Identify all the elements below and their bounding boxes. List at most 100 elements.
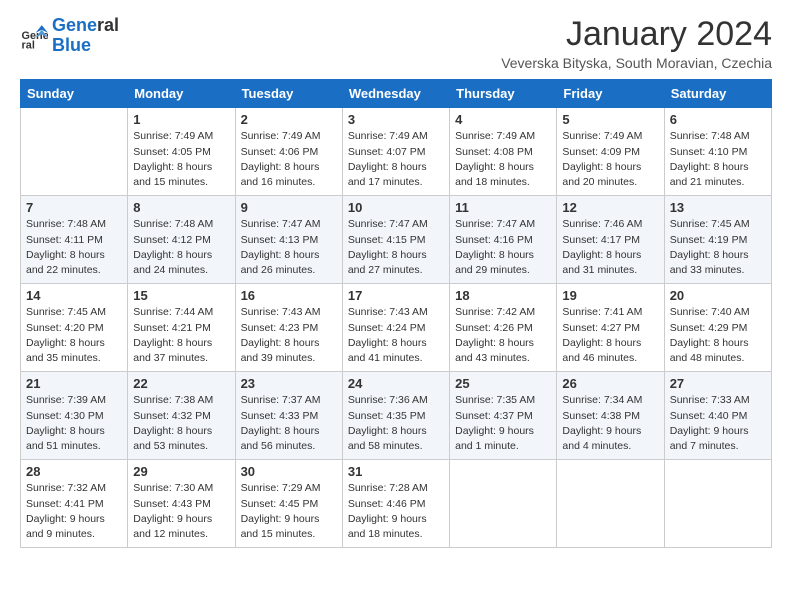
- calendar-cell: 3 Sunrise: 7:49 AMSunset: 4:07 PMDaylight…: [342, 108, 449, 196]
- calendar-week-1: 1 Sunrise: 7:49 AMSunset: 4:05 PMDaylight…: [21, 108, 772, 196]
- day-info: Sunrise: 7:32 AMSunset: 4:41 PMDaylight:…: [26, 481, 122, 542]
- weekday-header-saturday: Saturday: [664, 80, 771, 108]
- calendar-cell: 14 Sunrise: 7:45 AMSunset: 4:20 PMDayligh…: [21, 284, 128, 372]
- month-title: January 2024: [501, 16, 772, 53]
- day-info: Sunrise: 7:48 AMSunset: 4:12 PMDaylight:…: [133, 217, 229, 278]
- calendar-week-4: 21Sunrise: 7:39 AMSunset: 4:30 PMDayligh…: [21, 372, 772, 460]
- day-info: Sunrise: 7:37 AMSunset: 4:33 PMDaylight:…: [241, 393, 337, 454]
- calendar-cell: 12Sunrise: 7:46 AMSunset: 4:17 PMDayligh…: [557, 196, 664, 284]
- calendar-cell: 10 Sunrise: 7:47 AMSunset: 4:15 PMDayligh…: [342, 196, 449, 284]
- calendar-cell: 11 Sunrise: 7:47 AMSunset: 4:16 PMDayligh…: [450, 196, 557, 284]
- day-number: 29: [133, 464, 229, 479]
- day-info: Sunrise: 7:41 AMSunset: 4:27 PMDaylight:…: [562, 305, 658, 366]
- day-number: 3: [348, 112, 444, 127]
- day-info: Sunrise: 7:40 AMSunset: 4:29 PMDaylight:…: [670, 305, 766, 366]
- logo: Gene ral General Blue: [20, 16, 119, 56]
- day-number: 6: [670, 112, 766, 127]
- day-info: Sunrise: 7:30 AMSunset: 4:43 PMDaylight:…: [133, 481, 229, 542]
- day-info: Sunrise: 7:49 AMSunset: 4:07 PMDaylight:…: [348, 129, 444, 190]
- day-info: Sunrise: 7:28 AMSunset: 4:46 PMDaylight:…: [348, 481, 444, 542]
- day-info: Sunrise: 7:45 AMSunset: 4:19 PMDaylight:…: [670, 217, 766, 278]
- calendar-cell: 26 Sunrise: 7:34 AMSunset: 4:38 PMDayligh…: [557, 372, 664, 460]
- logo-icon: Gene ral: [20, 22, 48, 50]
- day-number: 5: [562, 112, 658, 127]
- page-header: Gene ral General Blue January 2024 Vever…: [20, 16, 772, 71]
- day-number: 18: [455, 288, 551, 303]
- calendar-week-2: 7Sunrise: 7:48 AMSunset: 4:11 PMDaylight…: [21, 196, 772, 284]
- day-number: 31: [348, 464, 444, 479]
- day-info: Sunrise: 7:36 AMSunset: 4:35 PMDaylight:…: [348, 393, 444, 454]
- day-number: 1: [133, 112, 229, 127]
- day-info: Sunrise: 7:47 AMSunset: 4:13 PMDaylight:…: [241, 217, 337, 278]
- calendar-cell: 27Sunrise: 7:33 AMSunset: 4:40 PMDayligh…: [664, 372, 771, 460]
- calendar-cell: 21Sunrise: 7:39 AMSunset: 4:30 PMDayligh…: [21, 372, 128, 460]
- day-info: Sunrise: 7:35 AMSunset: 4:37 PMDaylight:…: [455, 393, 551, 454]
- day-info: Sunrise: 7:48 AMSunset: 4:10 PMDaylight:…: [670, 129, 766, 190]
- day-number: 15: [133, 288, 229, 303]
- day-number: 24: [348, 376, 444, 391]
- calendar-cell: 16 Sunrise: 7:43 AMSunset: 4:23 PMDayligh…: [235, 284, 342, 372]
- day-info: Sunrise: 7:49 AMSunset: 4:05 PMDaylight:…: [133, 129, 229, 190]
- title-block: January 2024 Veverska Bityska, South Mor…: [501, 16, 772, 71]
- calendar-week-3: 14 Sunrise: 7:45 AMSunset: 4:20 PMDayligh…: [21, 284, 772, 372]
- calendar-cell: 9 Sunrise: 7:47 AMSunset: 4:13 PMDaylight…: [235, 196, 342, 284]
- day-number: 23: [241, 376, 337, 391]
- day-info: Sunrise: 7:29 AMSunset: 4:45 PMDaylight:…: [241, 481, 337, 542]
- day-number: 11: [455, 200, 551, 215]
- day-info: Sunrise: 7:34 AMSunset: 4:38 PMDaylight:…: [562, 393, 658, 454]
- day-info: Sunrise: 7:47 AMSunset: 4:15 PMDaylight:…: [348, 217, 444, 278]
- day-number: 2: [241, 112, 337, 127]
- svg-text:ral: ral: [22, 39, 35, 50]
- calendar-cell: 29 Sunrise: 7:30 AMSunset: 4:43 PMDayligh…: [128, 460, 235, 548]
- calendar-cell: 6 Sunrise: 7:48 AMSunset: 4:10 PMDaylight…: [664, 108, 771, 196]
- calendar-cell: [664, 460, 771, 548]
- day-number: 14: [26, 288, 122, 303]
- day-number: 9: [241, 200, 337, 215]
- day-number: 28: [26, 464, 122, 479]
- calendar-cell: 31 Sunrise: 7:28 AMSunset: 4:46 PMDayligh…: [342, 460, 449, 548]
- logo-line2: Blue: [52, 36, 119, 56]
- day-info: Sunrise: 7:39 AMSunset: 4:30 PMDaylight:…: [26, 393, 122, 454]
- calendar-cell: 24 Sunrise: 7:36 AMSunset: 4:35 PMDayligh…: [342, 372, 449, 460]
- day-number: 30: [241, 464, 337, 479]
- day-number: 22: [133, 376, 229, 391]
- day-info: Sunrise: 7:38 AMSunset: 4:32 PMDaylight:…: [133, 393, 229, 454]
- day-info: Sunrise: 7:43 AMSunset: 4:24 PMDaylight:…: [348, 305, 444, 366]
- calendar-cell: 15Sunrise: 7:44 AMSunset: 4:21 PMDayligh…: [128, 284, 235, 372]
- day-number: 16: [241, 288, 337, 303]
- calendar-cell: [21, 108, 128, 196]
- day-number: 25: [455, 376, 551, 391]
- calendar-cell: 19Sunrise: 7:41 AMSunset: 4:27 PMDayligh…: [557, 284, 664, 372]
- day-number: 26: [562, 376, 658, 391]
- calendar-week-5: 28 Sunrise: 7:32 AMSunset: 4:41 PMDayligh…: [21, 460, 772, 548]
- calendar-cell: 5Sunrise: 7:49 AMSunset: 4:09 PMDaylight…: [557, 108, 664, 196]
- calendar-cell: 28 Sunrise: 7:32 AMSunset: 4:41 PMDayligh…: [21, 460, 128, 548]
- calendar-cell: 20Sunrise: 7:40 AMSunset: 4:29 PMDayligh…: [664, 284, 771, 372]
- calendar-cell: 18 Sunrise: 7:42 AMSunset: 4:26 PMDayligh…: [450, 284, 557, 372]
- day-number: 12: [562, 200, 658, 215]
- day-info: Sunrise: 7:42 AMSunset: 4:26 PMDaylight:…: [455, 305, 551, 366]
- calendar-cell: 17Sunrise: 7:43 AMSunset: 4:24 PMDayligh…: [342, 284, 449, 372]
- day-info: Sunrise: 7:45 AMSunset: 4:20 PMDaylight:…: [26, 305, 122, 366]
- calendar-cell: 30 Sunrise: 7:29 AMSunset: 4:45 PMDayligh…: [235, 460, 342, 548]
- logo-line1: General: [52, 16, 119, 36]
- day-info: Sunrise: 7:33 AMSunset: 4:40 PMDaylight:…: [670, 393, 766, 454]
- calendar-cell: 7Sunrise: 7:48 AMSunset: 4:11 PMDaylight…: [21, 196, 128, 284]
- calendar-cell: 1 Sunrise: 7:49 AMSunset: 4:05 PMDaylight…: [128, 108, 235, 196]
- calendar-cell: 2Sunrise: 7:49 AMSunset: 4:06 PMDaylight…: [235, 108, 342, 196]
- calendar-cell: 13 Sunrise: 7:45 AMSunset: 4:19 PMDayligh…: [664, 196, 771, 284]
- weekday-header-sunday: Sunday: [21, 80, 128, 108]
- weekday-header-monday: Monday: [128, 80, 235, 108]
- day-info: Sunrise: 7:47 AMSunset: 4:16 PMDaylight:…: [455, 217, 551, 278]
- calendar-cell: 25 Sunrise: 7:35 AMSunset: 4:37 PMDayligh…: [450, 372, 557, 460]
- day-number: 13: [670, 200, 766, 215]
- calendar-cell: 4 Sunrise: 7:49 AMSunset: 4:08 PMDaylight…: [450, 108, 557, 196]
- calendar-cell: 22 Sunrise: 7:38 AMSunset: 4:32 PMDayligh…: [128, 372, 235, 460]
- day-number: 10: [348, 200, 444, 215]
- day-info: Sunrise: 7:49 AMSunset: 4:08 PMDaylight:…: [455, 129, 551, 190]
- day-number: 4: [455, 112, 551, 127]
- calendar-cell: [450, 460, 557, 548]
- day-info: Sunrise: 7:43 AMSunset: 4:23 PMDaylight:…: [241, 305, 337, 366]
- calendar-cell: [557, 460, 664, 548]
- weekday-header-friday: Friday: [557, 80, 664, 108]
